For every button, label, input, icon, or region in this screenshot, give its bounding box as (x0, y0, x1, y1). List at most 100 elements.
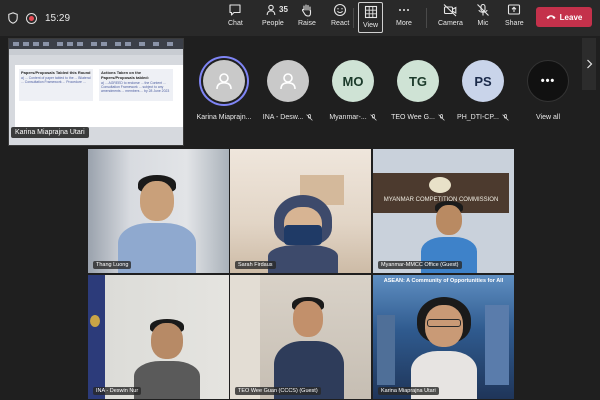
raise-hand-button[interactable]: Raise (298, 3, 316, 33)
view-all-label: View all (536, 114, 560, 121)
participant-video (268, 195, 338, 273)
doc-left-heading: Papers/Proposals Tabled this Round (21, 70, 91, 75)
chevron-right-icon (586, 59, 592, 69)
shield-icon (8, 12, 18, 24)
toolbar-divider (426, 8, 427, 28)
phone-hangup-icon (546, 15, 556, 19)
meeting-status: 15:29 (8, 0, 70, 36)
person-icon (280, 73, 296, 90)
leave-label: Leave (559, 12, 583, 22)
doc-right-text: a) ... AGREED to endorse ... the Content… (101, 81, 170, 94)
avatar-initials: TG (408, 73, 428, 89)
video-tile[interactable]: INA - Deswin Nur (88, 275, 229, 399)
participant-name: INA - Desw... (263, 114, 313, 121)
participant-name: Myanmar-... (329, 114, 377, 121)
camera-button[interactable]: Camera (438, 3, 463, 33)
participant-tile[interactable]: MO Myanmar-... (325, 60, 381, 121)
avatar: TG (397, 60, 439, 102)
mic-off-icon (438, 114, 445, 121)
smiley-icon (334, 3, 347, 17)
video-tile-name: TEO Wee Guan (CCCS) (Guest) (235, 387, 321, 395)
people-icon (266, 4, 276, 16)
document-page: Papers/Proposals Tabled this Round a) ..… (15, 65, 183, 127)
view-button[interactable]: View (358, 2, 384, 33)
video-tile-name: INA - Deswin Nur (93, 387, 142, 395)
participant-video (407, 297, 481, 399)
participant-tile[interactable]: TG TEO Wee G... (390, 60, 446, 121)
chat-icon (229, 4, 241, 16)
people-label: People (262, 20, 284, 27)
more-button[interactable]: More (396, 3, 412, 33)
react-button[interactable]: React (331, 3, 349, 33)
meeting-timer: 15:29 (45, 12, 71, 24)
video-tile-name: Myanmar-MMCC Office (Guest) (378, 261, 462, 269)
participant-name-text: Karina Miaprajn... (196, 114, 252, 121)
raise-label: Raise (298, 20, 316, 27)
participant-name: Karina Miaprajn... (197, 114, 252, 121)
people-count: 35 (279, 5, 288, 14)
avatar: PS (462, 60, 504, 102)
view-all-participants[interactable]: ••• View all (520, 60, 576, 121)
more-icon (398, 9, 409, 11)
toolbar-divider (353, 8, 354, 28)
participant-name-text: Myanmar-... (329, 114, 367, 121)
video-tile[interactable]: MYANMAR COMPETITION COMMISSION Myanmar-M… (373, 149, 514, 273)
camera-off-icon (444, 4, 457, 17)
shared-screen-thumbnail[interactable]: Papers/Proposals Tabled this Round a) ..… (8, 38, 184, 146)
avatar (203, 60, 245, 102)
participant-name: PH_DTI-CP... (457, 114, 509, 121)
building-right (485, 305, 509, 385)
recording-icon (26, 12, 37, 24)
share-label: Share (505, 20, 524, 27)
logo-emblem (429, 177, 451, 193)
meeting-toolbar: 15:29 Chat 35 People Raise React View Mo… (0, 0, 600, 36)
flag-emblem (90, 315, 100, 327)
people-button[interactable]: 35 People (262, 3, 288, 33)
participant-name-text: PH_DTI-CP... (457, 114, 499, 121)
more-label: More (396, 20, 412, 27)
view-all-avatar: ••• (527, 60, 569, 102)
participant-video (118, 175, 196, 273)
mic-off-icon (477, 3, 489, 16)
mic-button[interactable]: Mic (476, 3, 490, 33)
video-tile[interactable]: Thang Luong (88, 149, 229, 273)
video-tile[interactable]: TEO Wee Guan (CCCS) (Guest) (230, 275, 371, 399)
mic-off-icon (306, 114, 313, 121)
document-ruler (9, 49, 183, 55)
mic-label: Mic (477, 20, 489, 27)
share-button[interactable]: Share (505, 3, 524, 33)
participant-tile[interactable]: Karina Miaprajn... (196, 60, 252, 121)
hand-icon (301, 4, 312, 17)
video-tile[interactable]: ASEAN: A Community of Opportunities for … (373, 275, 514, 399)
virtual-background-banner: ASEAN: A Community of Opportunities for … (383, 278, 504, 284)
participant-tile[interactable]: INA - Desw... (260, 60, 316, 121)
doc-right-heading: Actions Taken on the Papers/Proposals ta… (101, 70, 150, 80)
person-icon (216, 73, 232, 90)
participant-name-text: INA - Desw... (262, 114, 304, 121)
more-icon: ••• (540, 75, 556, 87)
participant-tile[interactable]: PS PH_DTI-CP... (455, 60, 511, 121)
shared-app-toolbar (9, 39, 183, 49)
participant-video (134, 319, 200, 399)
doc-left-text: a) ... Content of paper tabled to the ..… (21, 76, 91, 85)
participant-name: TEO Wee G... (391, 114, 445, 121)
video-tile[interactable]: Sarah Firdaus (230, 149, 371, 273)
video-tile-name: Thang Luong (93, 261, 132, 269)
share-screen-icon (508, 4, 521, 15)
presenter-name: Karina Miaprajna Utari (11, 127, 89, 138)
avatar (267, 60, 309, 102)
chat-button[interactable]: Chat (228, 3, 243, 33)
participant-name-text: TEO Wee G... (391, 114, 435, 121)
video-tile-name: Sarah Firdaus (235, 261, 276, 269)
video-tile-name: Karina Miaprajna Utari (378, 387, 439, 395)
building-left (377, 315, 395, 385)
camera-label: Camera (438, 20, 463, 27)
scroll-right-button[interactable] (582, 38, 596, 90)
chat-label: Chat (228, 20, 243, 27)
door-frame (230, 275, 260, 399)
doc-right-column: Actions Taken on the Papers/Proposals ta… (99, 69, 173, 101)
participant-video (274, 297, 344, 399)
leave-button[interactable]: Leave (536, 7, 592, 27)
mic-off-icon (370, 114, 377, 121)
avatar: MO (332, 60, 374, 102)
